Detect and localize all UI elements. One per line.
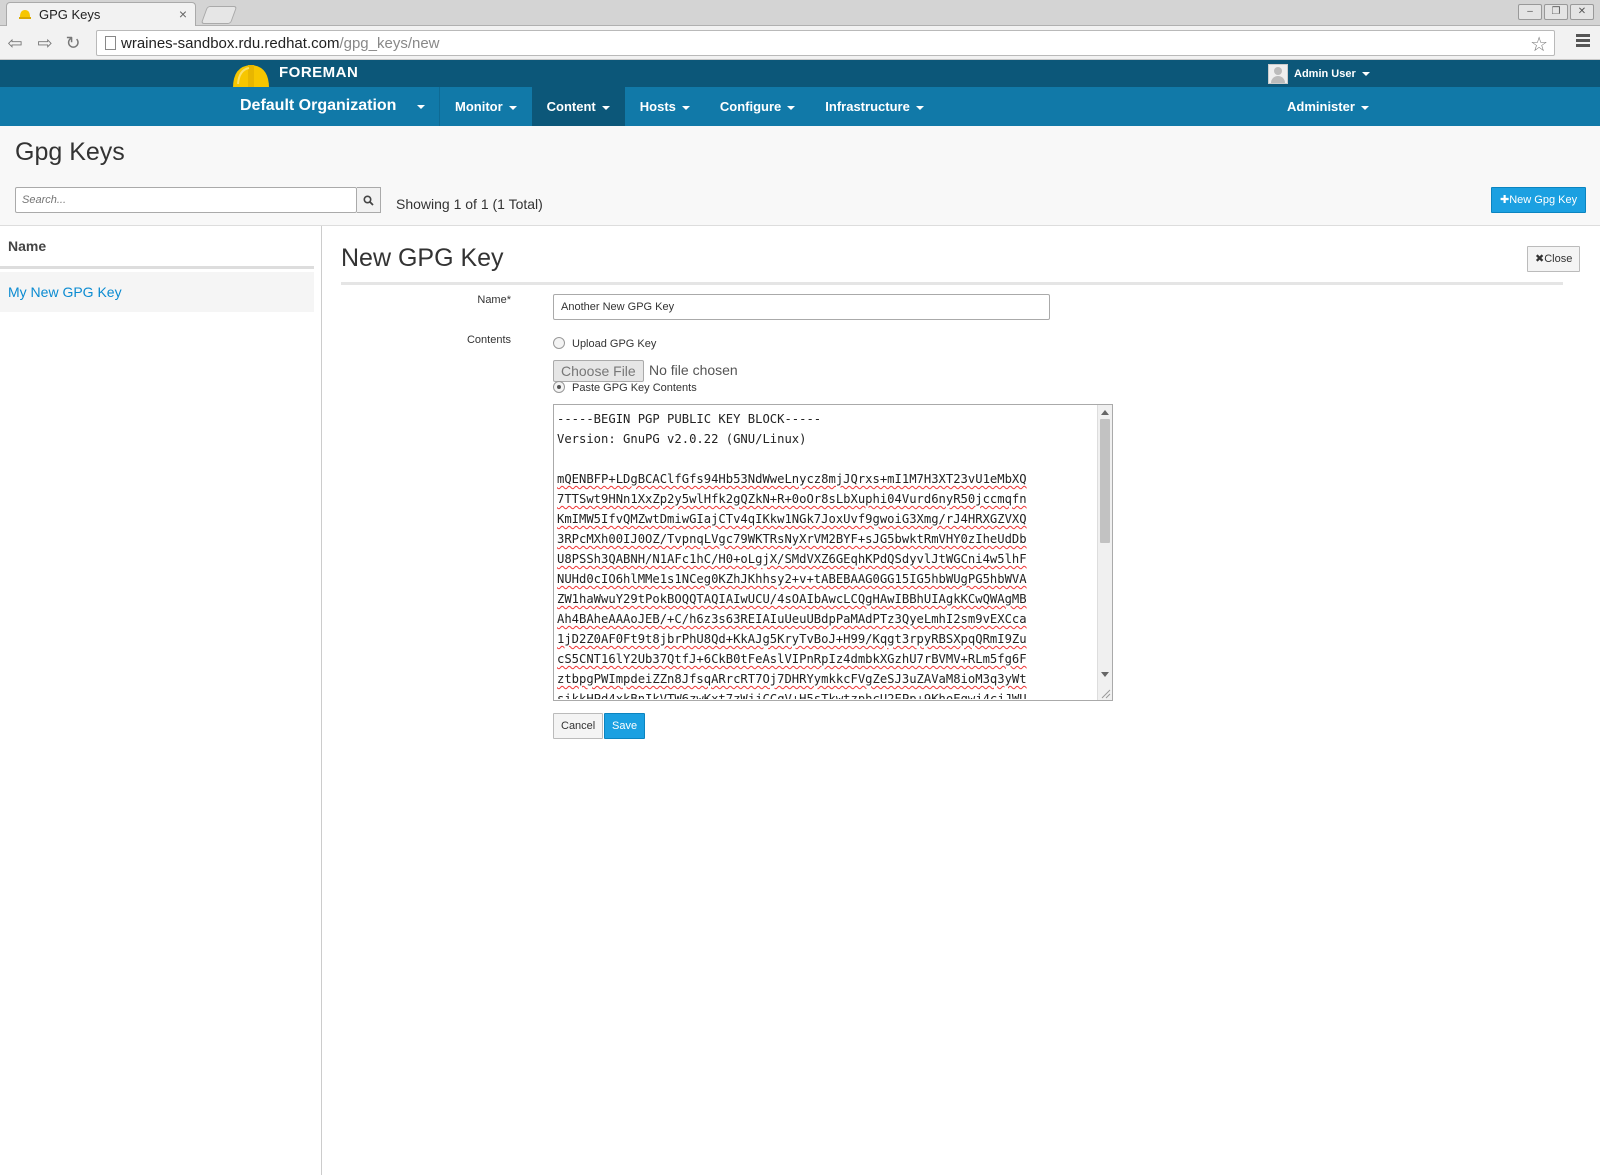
- caret-down-icon: [1360, 105, 1369, 110]
- upload-radio-label: Upload GPG Key: [572, 338, 657, 350]
- forward-icon[interactable]: ⇨: [34, 32, 56, 54]
- column-header-name[interactable]: Name: [0, 226, 314, 269]
- paste-radio-label: Paste GPG Key Contents: [572, 382, 697, 394]
- bookmark-star-icon[interactable]: ☆: [1530, 32, 1548, 57]
- nav-monitor[interactable]: Monitor: [440, 87, 532, 126]
- plus-icon: ✚: [1500, 194, 1510, 206]
- key-line: 1jD2Z0AF0Ft9t8jbrPhU8Qd+KkAJg5KryTvBoJ+H…: [557, 632, 1027, 646]
- upload-radio[interactable]: [553, 337, 565, 349]
- name-field[interactable]: [553, 294, 1050, 320]
- scroll-up-icon[interactable]: [1101, 410, 1109, 415]
- key-line: cS5CNT16lY2Ub37QtfJ+6CkB0tFeAslVIPnRpIz4…: [557, 652, 1027, 666]
- foreman-brand[interactable]: FOREMAN: [279, 64, 358, 81]
- list-item[interactable]: My New GPG Key: [0, 272, 314, 312]
- save-button[interactable]: Save: [604, 713, 646, 739]
- page-icon: [105, 36, 116, 50]
- page-title: Gpg Keys: [15, 138, 125, 166]
- key-line: KmIMW5IfvQMZwtDmiwGIajCTv4qIKkw1NGk7JoxU…: [557, 512, 1027, 526]
- key-line: [557, 449, 1073, 469]
- user-menu[interactable]: Admin User: [1268, 64, 1370, 84]
- key-line: Ah4BAheAAAoJEB/+C/h6z3s63REIAIuUeuUBdpPa…: [557, 612, 1027, 626]
- nav-content[interactable]: Content: [531, 87, 625, 126]
- main-navbar: Default Organization Monitor Content Hos…: [0, 87, 1600, 126]
- key-line: NUHd0cIO6hlMMe1s1NCeg0KZhJKhhsy2+v+tABEB…: [557, 572, 1027, 586]
- scroll-thumb[interactable]: [1100, 419, 1110, 543]
- caret-down-icon: [417, 105, 425, 109]
- caret-down-icon: [681, 105, 690, 110]
- tab-close-icon[interactable]: ×: [179, 6, 187, 22]
- foreman-favicon-icon: [19, 10, 31, 19]
- caret-down-icon: [787, 105, 796, 110]
- gpg-key-list: Name My New GPG Key: [0, 226, 322, 1175]
- nav-configure[interactable]: Configure: [705, 87, 810, 126]
- results-count: Showing 1 of 1 (1 Total): [396, 196, 543, 212]
- restore-icon[interactable]: ❐: [1544, 4, 1568, 20]
- cancel-button[interactable]: Cancel: [553, 713, 604, 739]
- caret-down-icon: [601, 105, 610, 110]
- key-line: ztbpgPWImpdeiZZn8JfsqARrcRT7Oj7DHRYymkkc…: [557, 672, 1027, 686]
- browser-menu-icon[interactable]: [1576, 34, 1590, 49]
- contents-label: Contents: [466, 334, 511, 346]
- key-line: U8PSSh3QABNH/N1AFc1hC/H0+oLgjX/SMdVXZ6GE…: [557, 552, 1027, 566]
- paste-radio[interactable]: [553, 381, 565, 393]
- window-close-icon[interactable]: ✕: [1570, 4, 1594, 20]
- new-tab-button[interactable]: [200, 6, 238, 24]
- organization-name: Default Organization: [240, 97, 397, 114]
- organization-switcher[interactable]: Default Organization: [230, 87, 440, 126]
- user-name: Admin User: [1294, 68, 1356, 80]
- close-icon: ✖: [1535, 253, 1545, 265]
- key-line: sikkHPd4xkBnIkVTW6zwKxt7zWjjCCqV+H5sTkwt…: [557, 692, 1027, 699]
- search-icon: [363, 195, 374, 206]
- url-text: wraines-sandbox.rdu.redhat.com/gpg_keys/…: [121, 35, 440, 52]
- key-contents-textarea[interactable]: -----BEGIN PGP PUBLIC KEY BLOCK----- Vers…: [553, 404, 1113, 701]
- key-line: 3RPcMXh00IJ0OZ/TvpnqLVgc79WKTRsNyXrVM2BY…: [557, 532, 1027, 546]
- search-button[interactable]: [357, 187, 381, 213]
- key-line: ZW1haWwuY29tPokBOQQTAQIAIwUCU/4sOAIbAwcL…: [557, 592, 1027, 606]
- divider: [341, 282, 1563, 285]
- caret-down-icon: [1361, 72, 1370, 76]
- reload-icon[interactable]: ↻: [62, 32, 84, 54]
- caret-down-icon: [915, 105, 924, 110]
- textarea-scrollbar[interactable]: [1097, 405, 1112, 700]
- key-line: mQENBFP+LDgBCAClfGfs94Hb53NdWweLnycz8mjJ…: [557, 472, 1027, 486]
- search-input[interactable]: [15, 187, 357, 213]
- scroll-down-icon[interactable]: [1101, 672, 1109, 677]
- nav-hosts[interactable]: Hosts: [625, 87, 705, 126]
- foreman-topbar: FOREMAN Admin User: [0, 60, 1600, 93]
- address-bar[interactable]: wraines-sandbox.rdu.redhat.com/gpg_keys/…: [96, 30, 1555, 56]
- back-icon[interactable]: ⇦: [4, 32, 26, 54]
- nav-infrastructure[interactable]: Infrastructure: [810, 87, 939, 126]
- minimize-icon[interactable]: –: [1518, 4, 1542, 20]
- window-controls: – ❐ ✕: [1518, 4, 1594, 20]
- nav-administer[interactable]: Administer: [1272, 87, 1384, 126]
- key-contents-text: -----BEGIN PGP PUBLIC KEY BLOCK----- Vers…: [557, 409, 1073, 699]
- choose-file-button[interactable]: Choose File: [553, 360, 644, 382]
- resize-handle-icon[interactable]: [1099, 687, 1111, 699]
- key-line: 7TTSwt9HNn1XxZp2y5wlHfk2gQZkN+R+0oOr8sLb…: [557, 492, 1027, 506]
- page-header: Gpg Keys Showing 1 of 1 (1 Total) ✚New G…: [0, 126, 1600, 226]
- browser-tab[interactable]: GPG Keys ×: [6, 2, 196, 26]
- tab-title: GPG Keys: [39, 7, 101, 22]
- name-label: Name*: [477, 294, 511, 306]
- panel-title: New GPG Key: [341, 244, 504, 272]
- new-gpg-key-button[interactable]: ✚New Gpg Key: [1491, 187, 1587, 213]
- browser-tabstrip: GPG Keys × – ❐ ✕: [0, 0, 1600, 26]
- file-status: No file chosen: [649, 362, 738, 378]
- avatar: [1268, 64, 1288, 84]
- new-gpg-key-panel: New GPG Key ✖Close Name* Contents Upload…: [323, 226, 1600, 1175]
- browser-toolbar: ⇦ ⇨ ↻ wraines-sandbox.rdu.redhat.com/gpg…: [0, 26, 1600, 60]
- caret-down-icon: [508, 105, 517, 110]
- key-line: -----BEGIN PGP PUBLIC KEY BLOCK-----: [557, 412, 822, 426]
- close-button[interactable]: ✖Close: [1527, 246, 1581, 272]
- key-line: Version: GnuPG v2.0.22 (GNU/Linux): [557, 432, 807, 446]
